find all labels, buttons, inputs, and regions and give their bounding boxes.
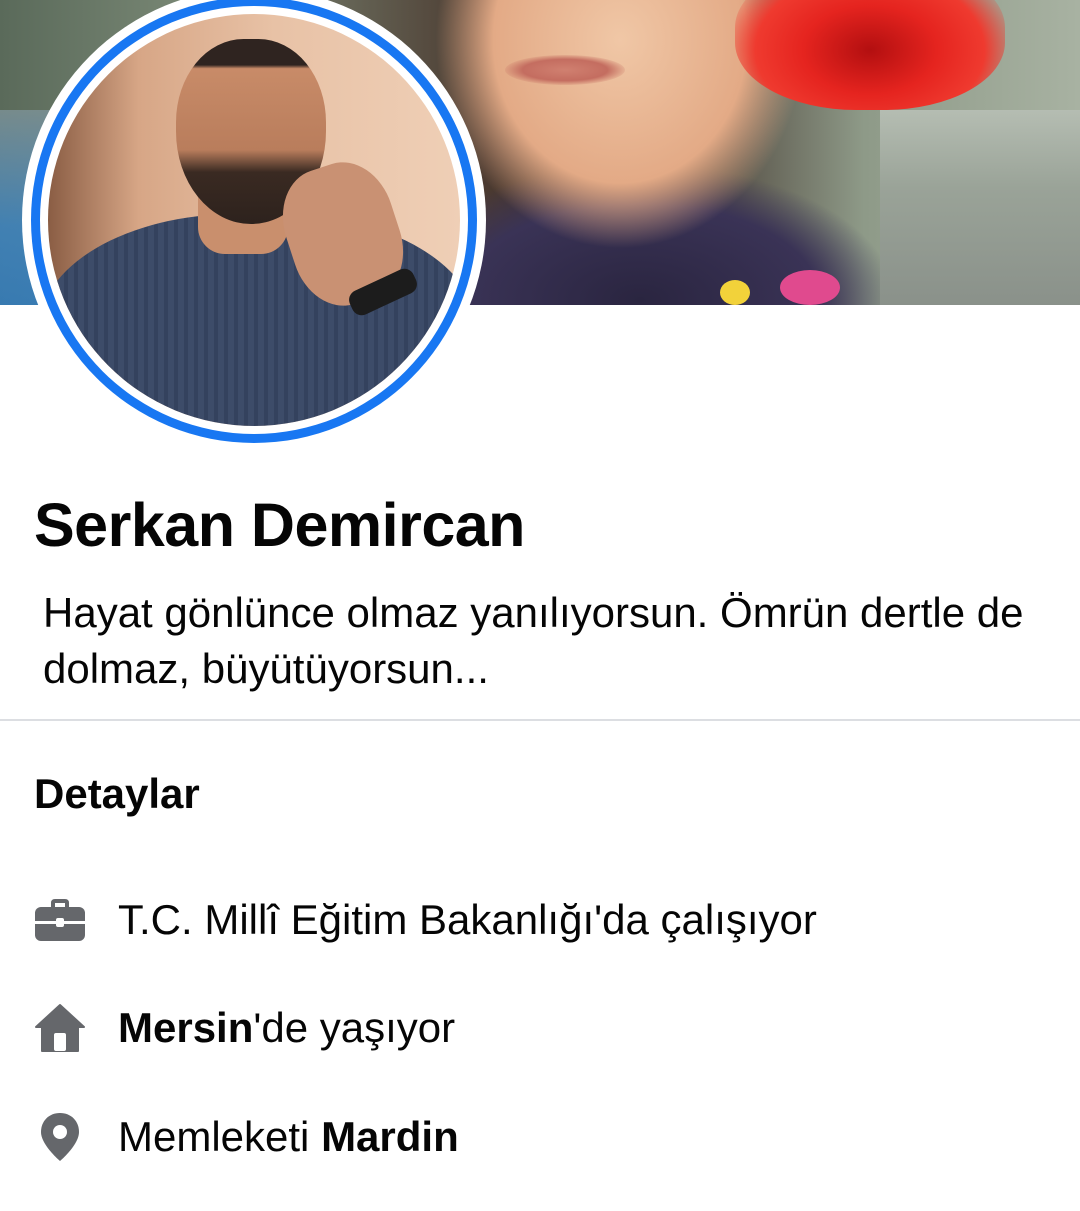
detail-lives[interactable]: Mersin'de yaşıyor bbox=[30, 998, 1070, 1058]
profile-name: Serkan Demircan bbox=[34, 491, 525, 559]
detail-lives-place[interactable]: Mersin bbox=[118, 1004, 253, 1051]
cover-photo-detail bbox=[780, 270, 840, 305]
detail-hometown-text: Memleketi Mardin bbox=[118, 1113, 459, 1161]
cover-photo-flower bbox=[735, 0, 1005, 110]
divider bbox=[0, 719, 1080, 721]
cover-photo-background-right bbox=[880, 110, 1080, 305]
details-title: Detaylar bbox=[34, 770, 200, 817]
cover-photo-detail bbox=[720, 280, 750, 305]
home-icon bbox=[30, 998, 90, 1058]
avatar bbox=[48, 14, 460, 426]
cover-photo-detail bbox=[505, 55, 625, 85]
profile-bio: Hayat gönlünce olmaz yanılıyorsun. Ömrün… bbox=[43, 589, 1024, 692]
detail-hometown[interactable]: Memleketi Mardin bbox=[30, 1107, 1070, 1167]
detail-hometown-prefix: Memleketi bbox=[118, 1113, 322, 1160]
detail-lives-suffix: 'de yaşıyor bbox=[253, 1004, 456, 1051]
detail-work[interactable]: T.C. Millî Eğitim Bakanlığı'da çalışıyor bbox=[30, 890, 1070, 950]
profile-page: Serkan Demircan Hayat gönlünce olmaz yan… bbox=[0, 0, 1080, 1211]
story-ring bbox=[31, 0, 477, 443]
detail-lives-text: Mersin'de yaşıyor bbox=[118, 1004, 455, 1052]
detail-hometown-place[interactable]: Mardin bbox=[321, 1113, 459, 1160]
detail-work-text: T.C. Millî Eğitim Bakanlığı'da çalışıyor bbox=[118, 896, 817, 943]
avatar-frame bbox=[40, 6, 468, 434]
location-pin-icon bbox=[30, 1107, 90, 1167]
profile-picture[interactable] bbox=[22, 0, 486, 452]
briefcase-icon bbox=[30, 890, 90, 950]
